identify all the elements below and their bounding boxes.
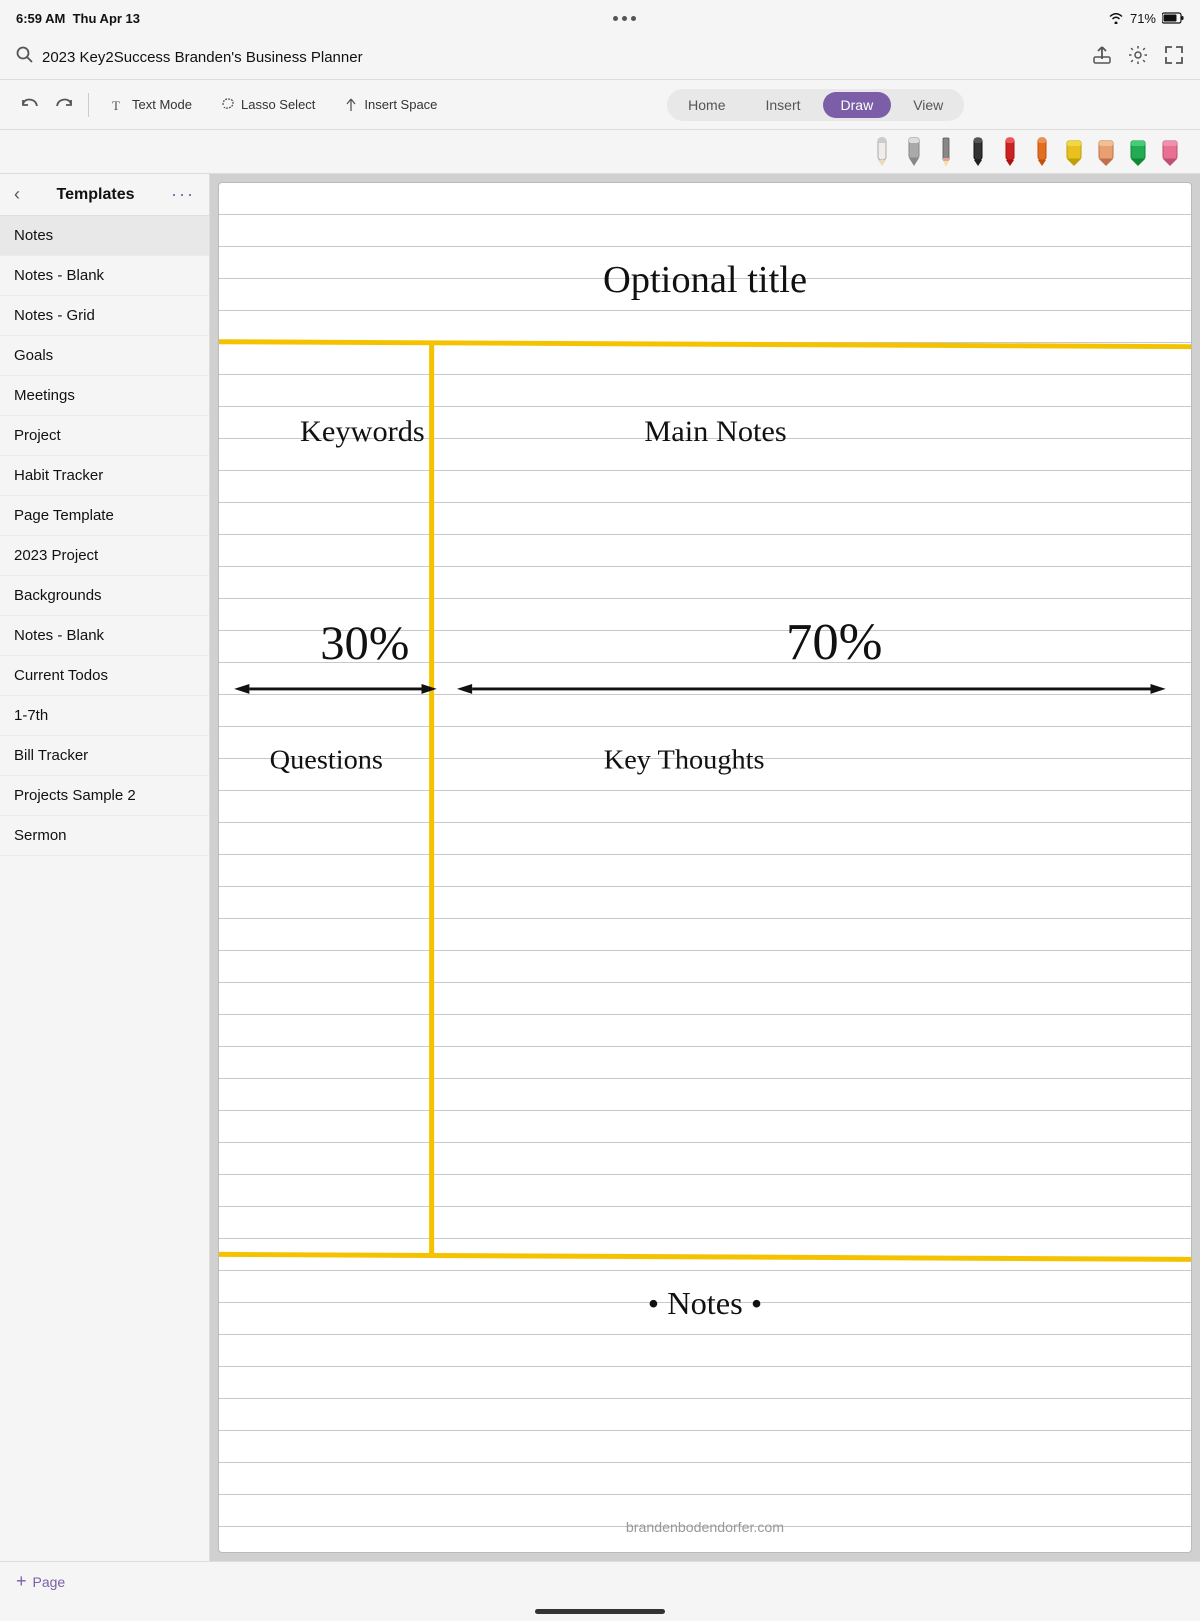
sidebar-item-2023-project[interactable]: 2023 Project [0,536,209,576]
redo-button[interactable] [50,91,78,119]
sidebar-item-backgrounds[interactable]: Backgrounds [0,576,209,616]
tab-group: Home Insert Draw View [667,89,964,121]
status-right: 71% [1108,11,1184,26]
text-mode-label: Text Mode [132,97,192,112]
expand-icon[interactable] [1164,45,1184,70]
toolbar-left: T Home Text Mode Lasso Select Insert Spa… [16,91,447,119]
pen-red[interactable] [996,136,1024,168]
lasso-icon [220,97,236,113]
sidebar-more-button[interactable]: ··· [171,184,195,205]
sidebar-back-button[interactable]: ‹ [14,184,20,205]
status-center-dots [613,16,636,21]
title-icons [1092,45,1184,70]
toolbar-nav [16,91,93,119]
bottom-bar: + Page [0,1561,1200,1601]
insert-space-button[interactable]: Insert Space [333,93,447,117]
pen-yellow[interactable] [1060,136,1088,168]
undo-button[interactable] [16,91,44,119]
sidebar-item-page-template[interactable]: Page Template [0,496,209,536]
pen-white[interactable] [868,136,896,168]
notebook-page: Optional title Keywords Main Notes 30% 7… [218,182,1192,1553]
drawing-tools-bar [0,130,1200,174]
main-content: ‹ Templates ··· Notes Notes - Blank Note… [0,174,1200,1561]
tab-draw[interactable]: Draw [823,92,892,118]
settings-icon[interactable] [1128,45,1148,70]
search-icon[interactable] [16,46,34,69]
battery-icon [1162,12,1184,24]
sidebar-item-goals[interactable]: Goals [0,336,209,376]
home-indicator [535,1609,665,1614]
add-page-label: Page [33,1574,66,1590]
sidebar-item-notes-blank-2[interactable]: Notes - Blank [0,616,209,656]
text-mode-icon: T [111,97,127,113]
sidebar-item-habit-tracker[interactable]: Habit Tracker [0,456,209,496]
add-page-button[interactable]: + Page [16,1571,65,1592]
insert-space-icon [343,97,359,113]
sidebar-item-notes[interactable]: Notes [0,216,209,256]
pen-black[interactable] [964,136,992,168]
sidebar-item-projects-sample-2[interactable]: Projects Sample 2 [0,776,209,816]
sidebar-item-project[interactable]: Project [0,416,209,456]
sidebar-item-notes-grid[interactable]: Notes - Grid [0,296,209,336]
title-bar: 2023 Key2Success Branden's Business Plan… [0,36,1200,80]
sidebar-item-1-7th[interactable]: 1-7th [0,696,209,736]
insert-space-label: Insert Space [364,97,437,112]
svg-text:T: T [112,98,120,113]
nav-divider [88,93,89,117]
pen-pink[interactable] [1156,136,1184,168]
sidebar-item-current-todos[interactable]: Current Todos [0,656,209,696]
sidebar-item-bill-tracker[interactable]: Bill Tracker [0,736,209,776]
lasso-select-label: Lasso Select [241,97,315,112]
lasso-select-button[interactable]: Lasso Select [210,93,325,117]
sidebar-item-sermon[interactable]: Sermon [0,816,209,856]
tab-home[interactable]: Home [670,92,743,118]
sidebar-item-meetings[interactable]: Meetings [0,376,209,416]
sidebar-title: Templates [57,186,135,204]
lined-background [219,183,1191,1552]
sidebar: ‹ Templates ··· Notes Notes - Blank Note… [0,174,210,1561]
pen-pencil[interactable] [932,136,960,168]
pen-green[interactable] [1124,136,1152,168]
status-time-date: 6:59 AM Thu Apr 13 [16,11,140,26]
sidebar-header: ‹ Templates ··· [0,174,209,216]
status-bar: 6:59 AM Thu Apr 13 71% [0,0,1200,36]
wifi-icon [1108,12,1124,24]
add-page-plus-icon: + [16,1571,27,1592]
text-mode-button[interactable]: T Home Text Mode [101,93,202,117]
share-icon[interactable] [1092,45,1112,70]
pen-orange[interactable] [1028,136,1056,168]
tab-view[interactable]: View [895,92,961,118]
tab-insert[interactable]: Insert [748,92,819,118]
pen-gray[interactable] [900,136,928,168]
home-indicator-bar [0,1601,1200,1621]
pen-peach[interactable] [1092,136,1120,168]
sidebar-item-notes-blank[interactable]: Notes - Blank [0,256,209,296]
sidebar-list: Notes Notes - Blank Notes - Grid Goals M… [0,216,209,1561]
toolbar: T Home Text Mode Lasso Select Insert Spa… [0,80,1200,130]
page-area: Optional title Keywords Main Notes 30% 7… [210,174,1200,1561]
doc-title: 2023 Key2Success Branden's Business Plan… [42,49,1092,66]
